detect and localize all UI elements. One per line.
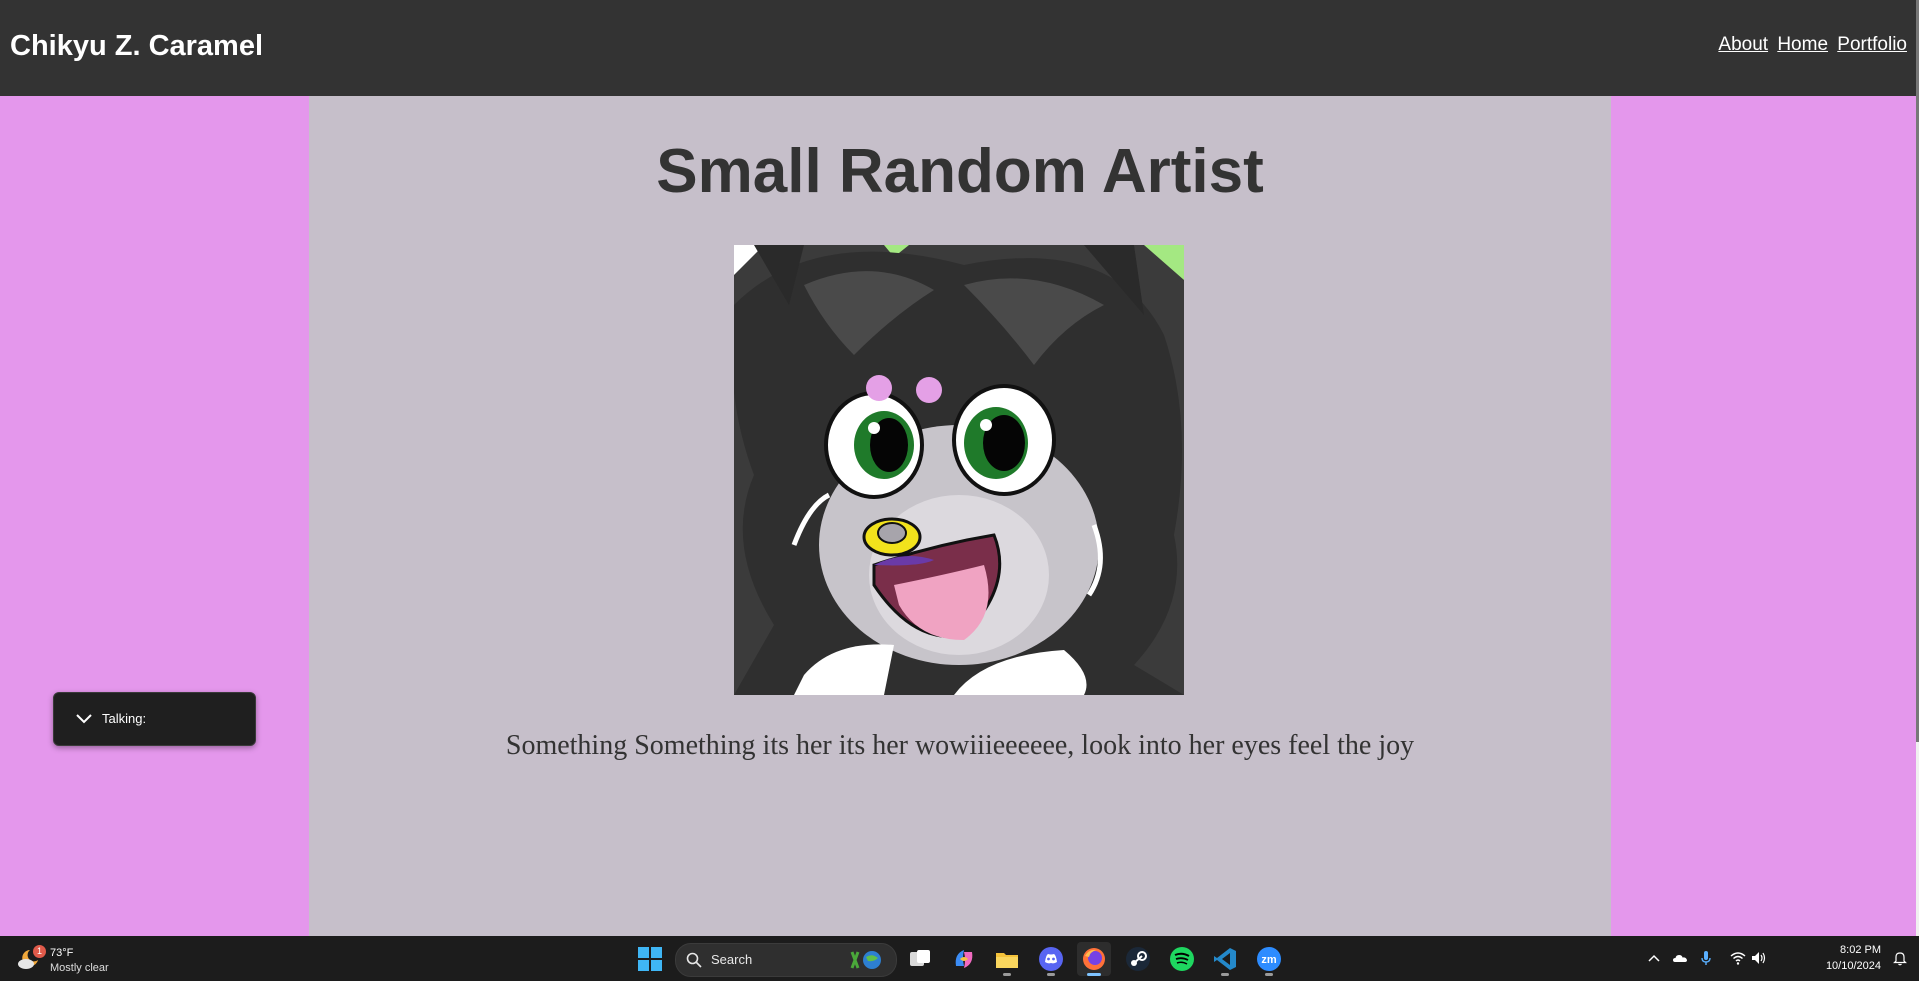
spotify-button[interactable] <box>1165 942 1199 976</box>
nav-link-about[interactable]: About <box>1718 34 1768 55</box>
zoom-button[interactable]: zm <box>1252 942 1286 976</box>
svg-text:zm: zm <box>1261 954 1277 966</box>
caption-text: Something Something its her its her wowi… <box>505 730 1415 761</box>
firefox-button[interactable] <box>1077 942 1111 976</box>
character-artwork <box>734 245 1184 695</box>
taskbar-search[interactable]: Search <box>675 943 897 977</box>
wifi-icon[interactable] <box>1730 950 1746 966</box>
weather-widget[interactable]: 1 73°F Mostly clear <box>16 942 156 976</box>
site-header: Chikyu Z. Caramel About Home Portfolio <box>0 0 1916 96</box>
page-heading: Small Random Artist <box>656 137 1264 206</box>
running-indicator <box>1221 973 1229 976</box>
clock-time: 8:02 PM <box>1840 944 1881 956</box>
weather-condition: Mostly clear <box>50 962 109 974</box>
file-explorer-button[interactable] <box>990 942 1024 976</box>
task-view-button[interactable] <box>903 942 937 976</box>
nav-link-portfolio[interactable]: Portfolio <box>1837 34 1907 55</box>
chevron-up-icon[interactable] <box>1646 950 1662 966</box>
nav-link-home[interactable]: Home <box>1777 34 1828 55</box>
taskbar: 1 73°F Mostly clear Search zm 8:02 PM 10… <box>0 936 1919 981</box>
running-indicator <box>1003 973 1011 976</box>
clock-date: 10/10/2024 <box>1825 960 1881 972</box>
running-indicator <box>1047 973 1055 976</box>
volume-icon[interactable] <box>1750 950 1766 966</box>
search-icon <box>686 952 702 968</box>
main-content: Small Random Artist Something Something … <box>309 96 1611 936</box>
system-clock[interactable]: 8:02 PM 10/10/2024 <box>1826 942 1881 974</box>
onedrive-cloud-icon[interactable] <box>1672 950 1688 966</box>
microphone-icon[interactable] <box>1698 950 1714 966</box>
copilot-button[interactable] <box>947 942 981 976</box>
system-tray: 8:02 PM 10/10/2024 <box>1629 936 1919 981</box>
site-title: Chikyu Z. Caramel <box>10 30 264 62</box>
search-highlight-icon <box>846 949 886 971</box>
talking-label: Talking: <box>102 711 147 726</box>
steam-button[interactable] <box>1121 942 1155 976</box>
main-nav: About Home Portfolio <box>1714 34 1907 56</box>
vs-code-button[interactable] <box>1208 942 1242 976</box>
notification-badge: 1 <box>33 945 46 958</box>
talking-overlay[interactable]: Talking: <box>53 692 256 746</box>
weather-temperature: 73°F <box>50 947 74 959</box>
chevron-down-icon[interactable] <box>75 711 93 725</box>
running-indicator <box>1087 973 1101 976</box>
discord-button[interactable] <box>1034 942 1068 976</box>
running-indicator <box>1265 973 1273 976</box>
windows-start-button[interactable] <box>633 942 667 976</box>
search-label: Search <box>711 952 753 967</box>
notification-bell-icon[interactable] <box>1892 950 1908 966</box>
